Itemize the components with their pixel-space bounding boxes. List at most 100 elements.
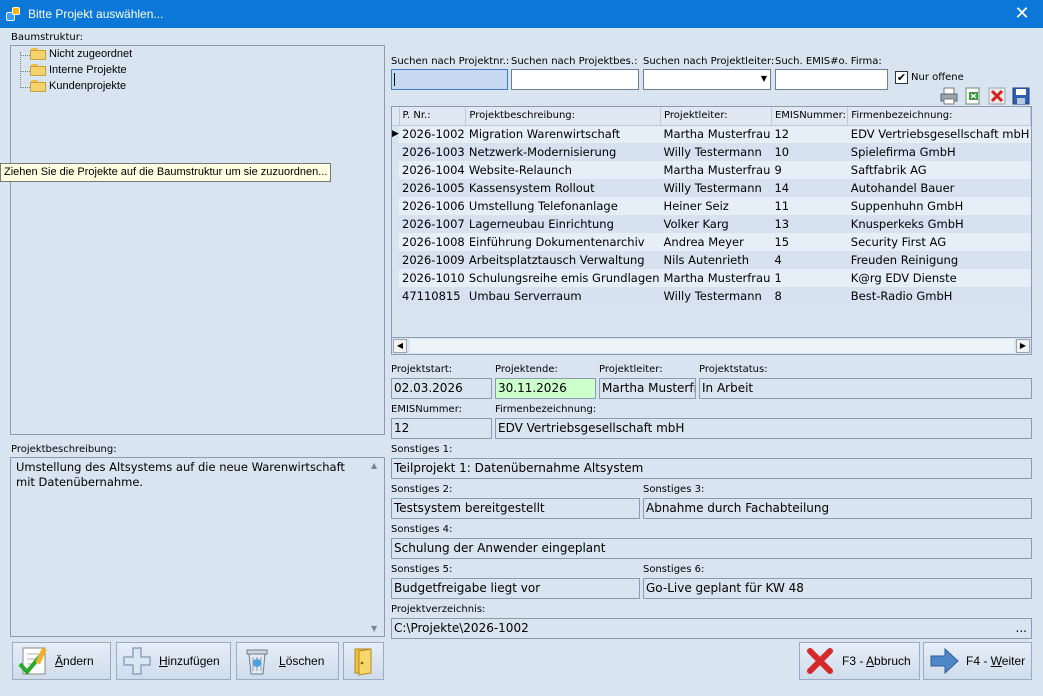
table-cell: Einführung Dokumentenarchiv bbox=[465, 233, 661, 251]
directory-field[interactable]: C:\Projekte\2026-1002 ... bbox=[391, 618, 1032, 639]
search-nr-label: Suchen nach Projektnr.: bbox=[391, 56, 510, 67]
search-emis-input[interactable] bbox=[775, 69, 888, 90]
tree-item-nicht-zugeordnet[interactable]: Nicht zugeordnet bbox=[30, 48, 132, 60]
row-selector[interactable] bbox=[392, 215, 400, 233]
table-cell: 2026-1009 bbox=[399, 251, 466, 269]
scroll-up-icon[interactable]: ▲ bbox=[371, 461, 377, 470]
grid-corner bbox=[392, 107, 400, 126]
row-selector[interactable] bbox=[392, 143, 400, 161]
title-bar: Bitte Projekt auswählen... ✕ bbox=[0, 0, 1043, 28]
tree-panel[interactable]: Nicht zugeordnet Interne Projekte Kunden… bbox=[10, 45, 385, 435]
delete-button-label: Löschen bbox=[279, 654, 325, 668]
table-row[interactable]: 2026-1003 Netzwerk-Modernisierung Willy Te… bbox=[392, 143, 1031, 161]
tree-item-label: Nicht zugeordnet bbox=[49, 48, 133, 60]
end-date-field[interactable]: 30.11.2026 bbox=[495, 378, 596, 399]
table-row[interactable]: 47110815 Umbau Serverraum Willy Testermann… bbox=[392, 287, 1031, 305]
save-icon[interactable] bbox=[1011, 86, 1031, 106]
table-cell: Netzwerk-Modernisierung bbox=[465, 143, 661, 161]
status-field[interactable]: In Arbeit bbox=[699, 378, 1032, 399]
description-scrollbar[interactable]: ▲ ▼ bbox=[368, 458, 384, 636]
table-cell: 2026-1008 bbox=[399, 233, 466, 251]
table-row[interactable]: 2026-1007 Lagerneubau Einrichtung Volker K… bbox=[392, 215, 1031, 233]
print-icon[interactable] bbox=[939, 86, 959, 106]
grid-hscrollbar[interactable]: ◀ ▶ bbox=[391, 337, 1032, 355]
red-x-icon bbox=[804, 645, 836, 677]
browse-button[interactable]: ... bbox=[1016, 619, 1027, 638]
column-header[interactable]: Projektleiter: bbox=[660, 107, 772, 126]
trash-icon bbox=[241, 645, 273, 677]
row-selector[interactable] bbox=[392, 287, 400, 305]
folder-icon bbox=[30, 48, 46, 60]
only-open-checkbox[interactable]: ✔ bbox=[895, 71, 908, 84]
table-cell: 1 bbox=[771, 269, 848, 287]
emis-field[interactable]: 12 bbox=[391, 418, 492, 439]
column-header[interactable]: Firmenbezeichnung: bbox=[847, 107, 1031, 126]
next-button[interactable]: F4 - Weiter bbox=[923, 642, 1032, 680]
description-box[interactable]: Umstellung des Altsystems auf die neue W… bbox=[10, 457, 385, 637]
column-header[interactable]: EMISNummer: bbox=[771, 107, 849, 126]
row-selector[interactable] bbox=[392, 233, 400, 251]
company-field[interactable]: EDV Vertriebsgesellschaft mbH bbox=[495, 418, 1032, 439]
row-selector[interactable] bbox=[392, 161, 400, 179]
other1-field[interactable]: Teilprojekt 1: Datenübernahme Altsystem bbox=[391, 458, 1032, 479]
table-row[interactable]: 2026-1005 Kassensystem Rollout Willy Teste… bbox=[392, 179, 1031, 197]
change-button[interactable]: Ändern bbox=[12, 642, 111, 680]
table-cell: 2026-1005 bbox=[399, 179, 466, 197]
open-folder-button[interactable] bbox=[343, 642, 384, 680]
tree-item-kundenprojekte[interactable]: Kundenprojekte bbox=[30, 80, 126, 92]
table-row[interactable]: 2026-1010 Schulungsreihe emis Grundlagen M… bbox=[392, 269, 1031, 287]
grid-header: P. Nr.: Projektbeschreibung: Projektleit… bbox=[392, 107, 1031, 126]
row-selector[interactable] bbox=[392, 197, 400, 215]
tree-item-label: Interne Projekte bbox=[49, 64, 127, 76]
other3-field[interactable]: Abnahme durch Fachabteilung bbox=[643, 498, 1032, 519]
other5-field[interactable]: Budgetfreigabe liegt vor bbox=[391, 578, 640, 599]
directory-path: C:\Projekte\2026-1002 bbox=[394, 621, 529, 635]
table-cell: Website-Relaunch bbox=[465, 161, 661, 179]
row-selector[interactable] bbox=[392, 251, 400, 269]
leader-label: Projektleiter: bbox=[599, 364, 663, 375]
scroll-right-icon[interactable]: ▶ bbox=[1016, 339, 1030, 353]
delete-x-icon[interactable] bbox=[987, 86, 1007, 106]
row-selector[interactable]: ▶ bbox=[392, 125, 400, 143]
search-leader-select[interactable]: ▼ bbox=[643, 69, 771, 90]
chevron-down-icon[interactable]: ▼ bbox=[761, 74, 767, 83]
table-row[interactable]: 2026-1008 Einführung Dokumentenarchiv Andr… bbox=[392, 233, 1031, 251]
table-row[interactable]: 2026-1009 Arbeitsplatztausch Verwaltung Ni… bbox=[392, 251, 1031, 269]
other6-field[interactable]: Go-Live geplant für KW 48 bbox=[643, 578, 1032, 599]
tree-item-interne-projekte[interactable]: Interne Projekte bbox=[30, 64, 127, 76]
cancel-button-label: F3 - Abbruch bbox=[842, 654, 911, 668]
other4-field[interactable]: Schulung der Anwender eingeplant bbox=[391, 538, 1032, 559]
export-excel-icon[interactable] bbox=[963, 86, 983, 106]
only-open-label: Nur offene bbox=[911, 72, 964, 83]
delete-button[interactable]: Löschen bbox=[236, 642, 339, 680]
row-selector[interactable] bbox=[392, 269, 400, 287]
cancel-button[interactable]: F3 - Abbruch bbox=[799, 642, 920, 680]
column-header[interactable]: Projektbeschreibung: bbox=[465, 107, 662, 126]
scroll-left-icon[interactable]: ◀ bbox=[393, 339, 407, 353]
leader-field[interactable]: Martha Musterfrau bbox=[599, 378, 696, 399]
table-cell: 4 bbox=[771, 251, 848, 269]
other2-label: Sonstiges 2: bbox=[391, 484, 453, 495]
table-cell: Migration Warenwirtschaft bbox=[465, 125, 661, 143]
table-row[interactable]: 2026-1004 Website-Relaunch Martha Musterfr… bbox=[392, 161, 1031, 179]
table-cell: Freuden Reinigung bbox=[847, 251, 1031, 269]
row-selector[interactable] bbox=[392, 179, 400, 197]
table-cell: Willy Testermann bbox=[660, 287, 772, 305]
scroll-thumb[interactable] bbox=[410, 339, 1014, 353]
change-button-label: Ändern bbox=[55, 654, 94, 668]
table-row[interactable]: 2026-1006 Umstellung Telefonanlage Heiner … bbox=[392, 197, 1031, 215]
start-date-field[interactable]: 02.03.2026 bbox=[391, 378, 492, 399]
close-icon[interactable]: ✕ bbox=[1011, 3, 1033, 25]
table-cell: 47110815 bbox=[399, 287, 466, 305]
project-grid[interactable]: P. Nr.: Projektbeschreibung: Projektleit… bbox=[391, 106, 1032, 355]
table-cell: Spielefirma GmbH bbox=[847, 143, 1031, 161]
other5-label: Sonstiges 5: bbox=[391, 564, 453, 575]
search-desc-input[interactable] bbox=[511, 69, 639, 90]
table-cell: 12 bbox=[771, 125, 848, 143]
other2-field[interactable]: Testsystem bereitgestellt bbox=[391, 498, 640, 519]
table-row[interactable]: ▶ 2026-1002 Migration Warenwirtschaft Marth… bbox=[392, 125, 1031, 143]
scroll-down-icon[interactable]: ▼ bbox=[371, 624, 377, 633]
add-button[interactable]: Hinzufügen bbox=[116, 642, 231, 680]
search-nr-input[interactable] bbox=[391, 69, 508, 90]
column-header[interactable]: P. Nr.: bbox=[399, 107, 467, 126]
